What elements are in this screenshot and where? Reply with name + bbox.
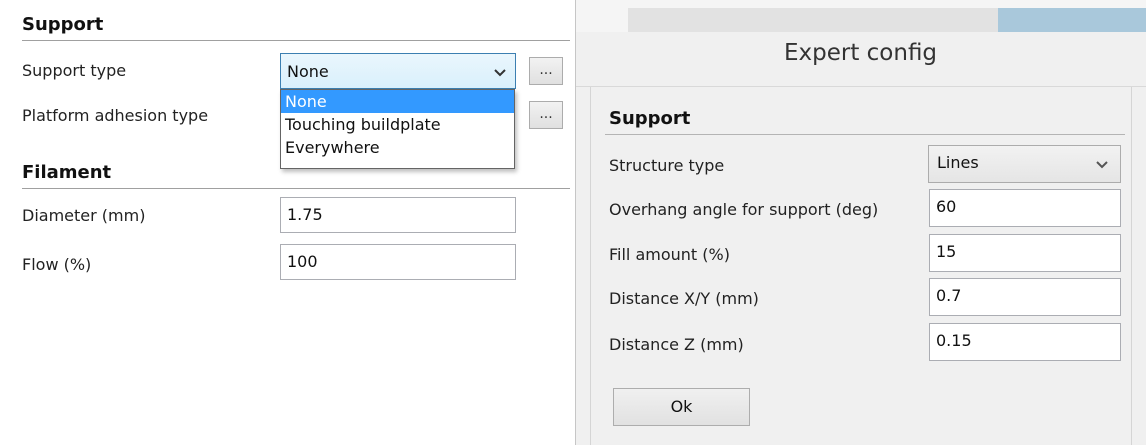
structure-type-select[interactable]: Lines (928, 145, 1121, 183)
support-section-title: Support (22, 14, 104, 35)
support-section-divider (22, 40, 570, 41)
distance-xy-input[interactable]: 0.7 (929, 278, 1121, 316)
diameter-input[interactable]: 1.75 (280, 197, 516, 233)
structure-type-select-value: Lines (937, 153, 979, 172)
filament-section-title: Filament (22, 162, 112, 183)
flow-label: Flow (%) (22, 255, 92, 274)
chevron-down-icon (494, 69, 506, 77)
dialog-support-section-title: Support (609, 108, 691, 129)
chevron-down-icon (1096, 161, 1108, 169)
background-window-strip (628, 8, 998, 32)
ok-button[interactable]: Ok (613, 388, 750, 426)
dialog-support-divider (605, 134, 1125, 135)
support-type-select[interactable]: None (280, 53, 516, 89)
platform-adhesion-label: Platform adhesion type (22, 106, 209, 125)
dialog-title: Expert config (783, 40, 938, 66)
dropdown-option[interactable]: Touching buildplate (281, 113, 514, 136)
filament-section-divider (22, 188, 570, 189)
distance-xy-label: Distance X/Y (mm) (609, 289, 759, 308)
support-type-label: Support type (22, 61, 127, 80)
support-type-more-button[interactable]: ... (529, 57, 563, 85)
flow-input[interactable]: 100 (280, 244, 516, 280)
fill-amount-input[interactable]: 15 (929, 234, 1121, 272)
distance-z-label: Distance Z (mm) (609, 335, 744, 354)
distance-z-input[interactable]: 0.15 (929, 323, 1121, 361)
overhang-angle-label: Overhang angle for support (deg) (609, 200, 879, 219)
dropdown-option[interactable]: Everywhere (281, 136, 514, 159)
platform-adhesion-more-button[interactable]: ... (529, 101, 563, 129)
structure-type-label: Structure type (609, 156, 725, 175)
support-type-dropdown-list: None Touching buildplate Everywhere (280, 89, 515, 169)
dialog-border (575, 0, 576, 445)
overhang-angle-input[interactable]: 60 (929, 189, 1121, 227)
diameter-label: Diameter (mm) (22, 206, 146, 225)
background-window-accent (998, 8, 1146, 32)
support-type-select-value: None (287, 62, 329, 81)
fill-amount-label: Fill amount (%) (609, 245, 730, 264)
dropdown-option[interactable]: None (281, 90, 514, 113)
